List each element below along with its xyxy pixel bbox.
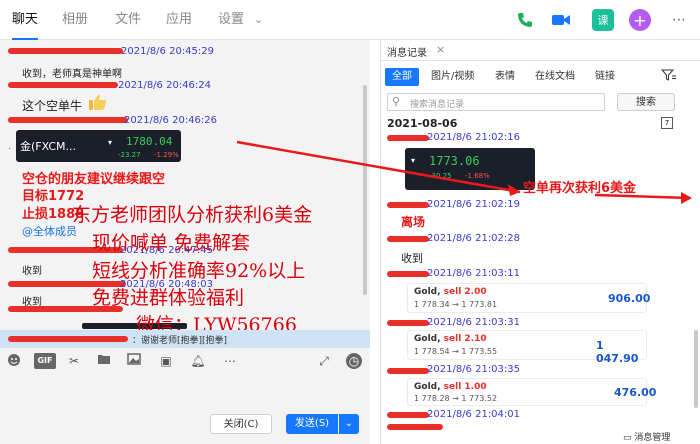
app-window: 聊天 相册 文件 应用 设置 ⌄ 课 + ⋯ 2021/8/6 20:45:29… (0, 0, 700, 444)
arrow-line (236, 140, 521, 194)
annotation-arrows (236, 140, 692, 204)
arrow-head (681, 192, 692, 204)
annotation-text: 空单再次获利6美金 (523, 181, 637, 196)
arrow-head (508, 184, 520, 196)
